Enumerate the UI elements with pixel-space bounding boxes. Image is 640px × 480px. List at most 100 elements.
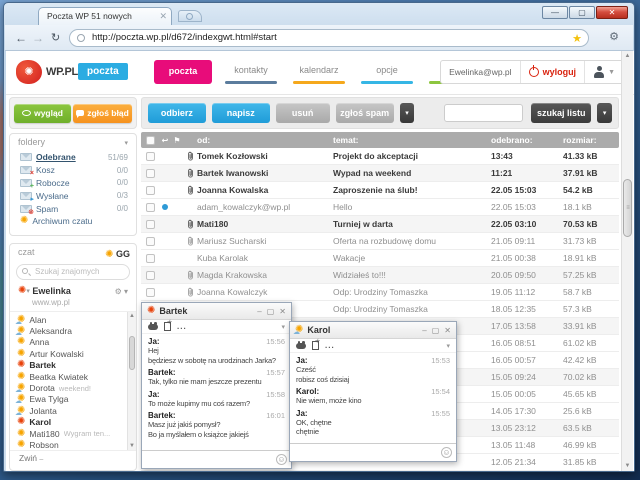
tab-kalendarz[interactable]: kalendarz [290, 60, 348, 84]
sidebar-folder-wysłane[interactable]: ▸Wysłane0/3 [10, 189, 136, 202]
chat-input[interactable]: ☺ [142, 450, 291, 468]
collapse-caret-icon[interactable]: ▾ [124, 135, 128, 152]
back-button[interactable]: ← [15, 29, 27, 47]
contact-alan[interactable]: ✺☁Alan [17, 314, 124, 325]
chevron-down-icon[interactable]: ▾ [446, 342, 450, 350]
sidebar-folder-spam[interactable]: ⊗Spam0/0 [10, 202, 136, 215]
search-options-button[interactable]: ▾ [597, 103, 612, 123]
page-scrollbar[interactable]: ▲ ≡ ▼ [621, 51, 633, 471]
mail-row[interactable]: Kuba KarolakWakacje21.05 00:3818.91 kB [141, 250, 619, 267]
chat-restore-icon[interactable]: ▢ [267, 307, 275, 316]
row-checkbox[interactable] [146, 220, 155, 229]
more-options-icon[interactable]: ... [325, 343, 335, 349]
contact-robson[interactable]: ✺Robson [17, 439, 124, 450]
mail-search-input[interactable] [444, 104, 523, 122]
sidebar-folder-robocze[interactable]: +Robocze0/0 [10, 177, 136, 190]
contact-bartek[interactable]: ✺Bartek [17, 360, 124, 371]
look-button[interactable]: wygląd [14, 104, 71, 123]
contact-aleksandra[interactable]: ✺☁Aleksandra [17, 325, 124, 336]
folders-header[interactable]: foldery ▾ [10, 134, 136, 151]
mail-row[interactable]: Magda KrakowskaWidziałeś to!!!20.05 09:5… [141, 267, 619, 284]
contact-mati180[interactable]: ✺Mati180Wygram ten... [17, 428, 124, 439]
row-checkbox[interactable] [146, 169, 155, 178]
chevron-down-icon[interactable]: ▾ [26, 287, 30, 295]
tab-poczta[interactable]: poczta [154, 60, 212, 84]
chat-input[interactable]: ☺ [290, 443, 456, 461]
tab-close-icon[interactable]: ✕ [159, 8, 167, 25]
row-checkbox[interactable] [146, 152, 155, 161]
wp-logo-text[interactable]: WP.PL [46, 66, 78, 78]
mail-row[interactable]: Joanna KowalskaZaproszenie na ślub!22.05… [141, 182, 619, 199]
logout-button[interactable]: wyloguj [520, 61, 585, 83]
scroll-up-icon[interactable]: ▲ [128, 312, 136, 320]
tab-opcje[interactable]: opcje [358, 60, 416, 84]
more-actions-button[interactable]: ▾ [400, 103, 415, 123]
scroll-thumb[interactable]: ≡ [623, 179, 632, 237]
mail-row[interactable]: Joanna KowalczykOdp: Urodziny Tomaszka19… [141, 284, 619, 301]
tab-kontakty[interactable]: kontakty [222, 60, 280, 84]
report-spam-button[interactable]: zgłoś spam [336, 103, 394, 123]
chevron-down-icon[interactable]: ▾ [281, 323, 285, 331]
emoticon-button[interactable]: ☺ [276, 454, 287, 465]
column-received[interactable]: odebrano: [491, 135, 563, 145]
replied-column-icon[interactable]: ↩ [159, 136, 171, 145]
chat-minimize-icon[interactable]: – [257, 307, 261, 316]
mail-row[interactable]: Mati180Turniej w darta22.05 03:1070.53 k… [141, 216, 619, 233]
scroll-down-icon[interactable]: ▼ [128, 442, 136, 450]
row-checkbox[interactable] [146, 237, 155, 246]
maximize-button[interactable]: ▢ [569, 6, 595, 19]
search-mail-button[interactable]: szukaj listu [531, 103, 591, 123]
emoticon-button[interactable]: ☺ [441, 447, 452, 458]
forward-button[interactable]: → [32, 29, 44, 47]
contact-beatka-kwiatek[interactable]: ✺Beatka Kwiatek [17, 371, 124, 382]
more-options-icon[interactable]: ... [177, 324, 187, 330]
chat-search-input[interactable]: Szukaj znajomych [16, 264, 130, 280]
column-from[interactable]: od: [197, 135, 333, 145]
report-bug-button[interactable]: zgłoś błąd [73, 104, 132, 123]
row-checkbox[interactable] [146, 186, 155, 195]
contact-artur-kowalski[interactable]: ✺Artur Kowalski [17, 348, 124, 359]
games-icon[interactable] [148, 324, 158, 330]
select-all-checkbox[interactable] [146, 136, 155, 145]
column-size[interactable]: rozmiar: [563, 135, 619, 145]
sidebar-folder-archiwum-czatu[interactable]: ✺Archiwum czatu [10, 215, 136, 228]
address-bar[interactable]: http://poczta.wp.pl/d672/indexgwt.html#s… [69, 29, 589, 47]
new-tab-button[interactable] [178, 10, 202, 22]
chat-self-row[interactable]: ✺ ▾ Ewelinka ⚙ ▾ [18, 286, 128, 296]
minimize-button[interactable]: — [542, 6, 568, 19]
column-subject[interactable]: temat: [333, 135, 491, 145]
chat-restore-icon[interactable]: ▢ [432, 326, 440, 335]
sidebar-folder-kosz[interactable]: ×Kosz0/0 [10, 164, 136, 177]
contacts-scrollbar[interactable]: ▲ ▼ [127, 312, 136, 450]
reload-button[interactable]: ↻ [51, 29, 60, 47]
wp-logo-icon[interactable]: ✺ [16, 60, 42, 84]
row-checkbox[interactable] [146, 203, 155, 212]
account-menu-button[interactable]: ▼ [584, 61, 623, 83]
contact-karol[interactable]: ✺Karol [17, 417, 124, 428]
scroll-down-icon[interactable]: ▼ [622, 461, 633, 471]
row-checkbox[interactable] [146, 271, 155, 280]
mail-row[interactable]: Tomek KozłowskiProjekt do akceptacji13:4… [141, 148, 619, 165]
flag-column-icon[interactable]: ⚑ [171, 136, 183, 145]
send-file-icon[interactable]: ＋ [164, 322, 171, 331]
contact-ewa-tylga[interactable]: ✺☁Ewa Tylga [17, 394, 124, 405]
close-button[interactable]: ✕ [596, 6, 628, 19]
games-icon[interactable] [296, 343, 306, 349]
send-file-icon[interactable]: ＋ [312, 341, 319, 350]
row-checkbox[interactable] [146, 254, 155, 263]
bookmark-star-icon[interactable]: ★ [572, 31, 582, 47]
receive-button[interactable]: odbierz [148, 103, 206, 123]
chat-minimize-icon[interactable]: – [422, 326, 426, 335]
chat-window-titlebar[interactable]: ✺☁ Karol – ▢ ✕ [290, 322, 456, 339]
sidebar-folder-odebrane[interactable]: Odebrane51/69 [10, 151, 136, 164]
mail-row[interactable]: Bartek IwanowskiWypad na weekend11:2137.… [141, 165, 619, 182]
chat-close-icon[interactable]: ✕ [279, 307, 286, 316]
compose-button[interactable]: napisz [212, 103, 270, 123]
scroll-thumb[interactable] [129, 336, 135, 370]
contact-anna[interactable]: ✺Anna [17, 337, 124, 348]
delete-button[interactable]: usuń [276, 103, 330, 123]
contact-jolanta[interactable]: ✺☁Jolanta [17, 405, 124, 416]
gear-icon[interactable]: ⚙ ▾ [115, 287, 128, 296]
collapse-chat-link[interactable]: Zwiń – [10, 451, 136, 466]
browser-menu-icon[interactable]: ⚙ [609, 30, 619, 43]
